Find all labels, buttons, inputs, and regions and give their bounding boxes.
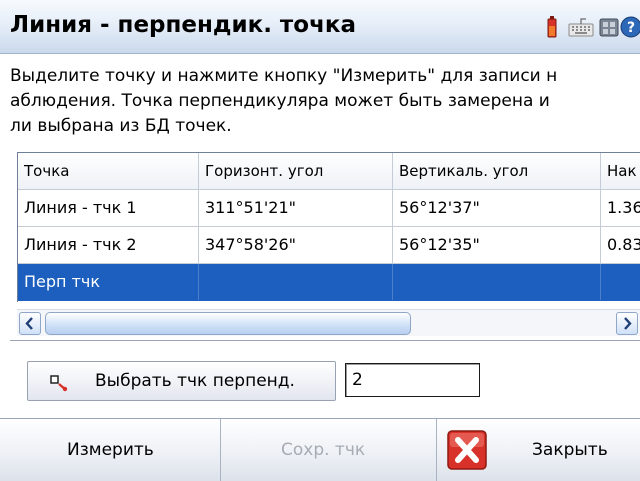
column-header-vertical-angle[interactable]: Вертикаль. угол [393,153,601,189]
pick-point-icon [50,375,68,392]
store-button-label: Сохр. тчк [281,440,366,460]
battery-icon[interactable] [546,16,558,38]
pick-button-label: Выбрать тчк перпенд. [95,371,295,391]
chevron-right-icon [624,317,632,330]
cell-point: Линия - тчк 2 [18,227,199,263]
table-header: Точка Горизонт. угол Вертикаль. угол Нак [18,153,640,190]
close-button[interactable]: Закрыть [437,419,640,481]
horizontal-scrollbar[interactable] [17,309,640,336]
cell-vertical-angle [393,264,601,300]
cell-horizontal-angle: 347°58'26" [199,227,393,263]
measure-button[interactable]: Измерить [0,419,221,481]
column-header-slope[interactable]: Нак [601,153,640,189]
cell-vertical-angle: 56°12'35" [393,227,601,263]
close-x-icon [447,430,487,470]
title-bar: Линия - перпендик. точка ? [0,0,640,54]
network-icon[interactable] [599,16,619,38]
window-title: Линия - перпендик. точка [10,12,356,38]
cell-point: Перп тчк [18,264,199,300]
help-icon[interactable]: ? [620,16,640,38]
scrollbar-thumb[interactable] [45,312,411,335]
cell-point: Линия - тчк 1 [18,190,199,226]
table-row-selected[interactable]: Перп тчк [18,264,640,301]
perpendicular-point-name-input[interactable] [345,363,480,397]
pick-perpendicular-point-button[interactable]: Выбрать тчк перпенд. [27,361,336,401]
measure-button-label: Измерить [67,440,154,460]
scroll-right-button[interactable] [616,312,638,335]
column-header-horizontal-angle[interactable]: Горизонт. угол [199,153,393,189]
column-header-point[interactable]: Точка [18,153,199,189]
instruction-line-1: Выделите точку и нажмите кнопку "Измерит… [10,66,558,86]
keyboard-icon[interactable] [568,16,594,38]
instruction-line-2: аблюдения. Точка перпендикуляра может бы… [10,91,550,111]
table-row[interactable]: Линия - тчк 1 311°51'21" 56°12'37" 1.36 [18,190,640,227]
svg-text:?: ? [627,20,635,36]
instruction-line-3: ли выбрана из БД точек. [10,116,232,136]
observations-table: Точка Горизонт. угол Вертикаль. угол Нак… [17,152,640,302]
chevron-left-icon [25,317,33,330]
app-window: Линия - перпендик. точка ? Выделите точк… [0,0,640,481]
cell-slope [601,264,640,300]
cell-vertical-angle: 56°12'37" [393,190,601,226]
scroll-left-button[interactable] [19,312,41,335]
instruction-text: Выделите точку и нажмите кнопку "Измерит… [10,64,640,139]
cell-slope: 1.36 [601,190,640,226]
divider [10,340,640,341]
cell-horizontal-angle: 311°51'21" [199,190,393,226]
cell-horizontal-angle [199,264,393,300]
store-point-button[interactable]: Сохр. тчк [221,419,437,481]
table-row[interactable]: Линия - тчк 2 347°58'26" 56°12'35" 0.83 [18,227,640,264]
bottom-toolbar: Измерить Сохр. тчк Закрыть [0,418,640,481]
cell-slope: 0.83 [601,227,640,263]
close-button-label: Закрыть [532,440,608,460]
